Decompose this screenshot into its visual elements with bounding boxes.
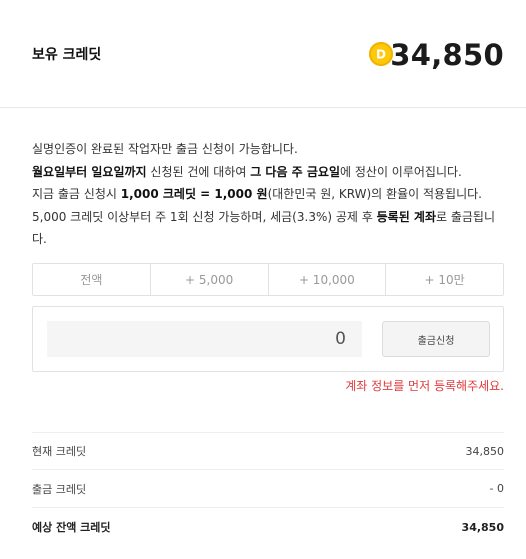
expected-credit-label: 예상 잔액 크레딧	[32, 521, 111, 534]
summary-row-current: 현재 크레딧 34,850	[32, 432, 504, 470]
notice-line-2: 월요일부터 일요일까지 신청된 건에 대하여 그 다음 주 금요일에 정산이 이…	[32, 164, 462, 179]
header-title: 보유 크레딧	[32, 47, 102, 63]
withdraw-request-button[interactable]: 출금신청	[382, 321, 490, 357]
current-credit-value: 34,850	[465, 444, 505, 458]
account-error-message: 계좌 정보를 먼저 등록해주세요.	[345, 379, 504, 393]
quick-amount-5000-button[interactable]: + 5,000	[151, 264, 269, 295]
quick-amount-100000-button[interactable]: + 10만	[386, 264, 503, 295]
credit-header: 보유 크레딧 D 34,850	[0, 0, 526, 108]
notice-line-4: 5,000 크레딧 이상부터 주 1회 신청 가능하며, 세금(3.3%) 공제…	[32, 209, 496, 247]
quick-amount-buttons: 전액 + 5,000 + 10,000 + 10만	[32, 263, 504, 296]
withdraw-amount-box: 출금신청	[32, 306, 504, 372]
credit-balance: 34,850	[390, 38, 504, 72]
expected-credit-value: 34,850	[461, 520, 504, 534]
withdraw-credit-value: - 0	[489, 482, 504, 495]
withdraw-notice: 실명인증이 완료된 작업자만 출금 신청이 가능합니다. 월요일부터 일요일까지…	[32, 138, 506, 251]
current-credit-label: 현재 크레딧	[32, 445, 87, 458]
quick-amount-10000-button[interactable]: + 10,000	[269, 264, 387, 295]
quick-amount-all-button[interactable]: 전액	[33, 264, 151, 295]
withdraw-amount-input[interactable]	[47, 321, 362, 357]
notice-line-1: 실명인증이 완료된 작업자만 출금 신청이 가능합니다.	[32, 142, 298, 156]
svg-text:D: D	[376, 48, 386, 62]
summary-row-expected: 예상 잔액 크레딧 34,850	[32, 508, 504, 546]
credit-summary: 현재 크레딧 34,850 출금 크레딧 - 0 예상 잔액 크레딧 34,85…	[32, 432, 504, 546]
withdraw-credit-label: 출금 크레딧	[32, 482, 87, 496]
notice-line-3: 지금 출금 신청시 1,000 크레딧 = 1,000 원(대한민국 원, KR…	[32, 187, 482, 201]
summary-row-withdraw: 출금 크레딧 - 0	[32, 470, 504, 508]
